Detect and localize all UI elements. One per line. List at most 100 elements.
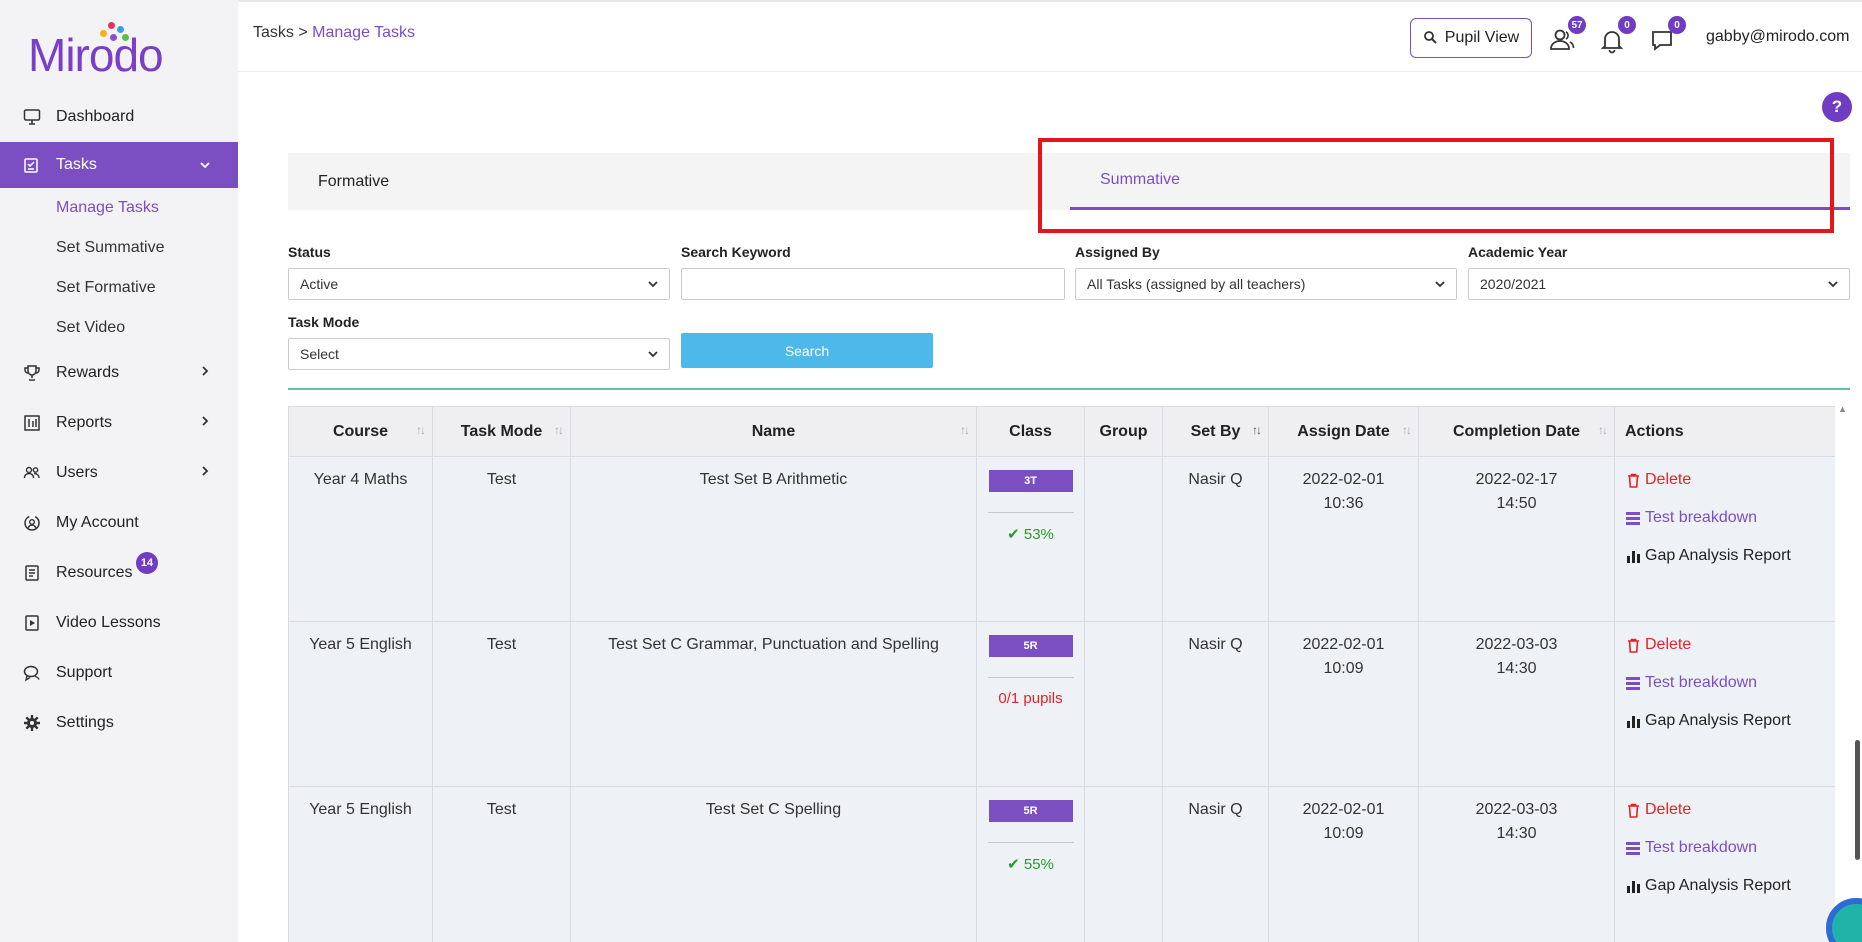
column-header-completion-date[interactable]: Completion Date ↑↓ bbox=[1418, 406, 1615, 457]
sidebar-item-tasks[interactable]: Tasks bbox=[0, 142, 238, 188]
cell-class: 3T ✔ 53% bbox=[976, 456, 1085, 622]
cell-set-by: Nasir Q bbox=[1162, 456, 1269, 622]
cell-name: Test Set C Spelling bbox=[570, 786, 977, 942]
sidebar-nav: Dashboard Tasks Manage Tasks Set Summati… bbox=[0, 92, 238, 748]
sidebar-item-label: Rewards bbox=[56, 364, 120, 381]
pupil-view-button[interactable]: Pupil View bbox=[1410, 18, 1532, 58]
table-row: Year 5 English Test Test Set C Spelling … bbox=[288, 786, 1835, 942]
sidebar-item-settings[interactable]: Settings bbox=[0, 698, 238, 748]
column-header-set-by[interactable]: Set By ↑↓ bbox=[1162, 406, 1269, 457]
cell-course: Year 5 English bbox=[288, 786, 433, 942]
column-header-task-mode[interactable]: Task Mode ↑↓ bbox=[432, 406, 571, 457]
chevron-down-icon bbox=[647, 348, 659, 363]
user-email[interactable]: gabby@mirodo.com bbox=[1706, 28, 1849, 46]
sidebar-item-video-lessons[interactable]: Video Lessons bbox=[0, 598, 238, 648]
video-icon bbox=[22, 613, 42, 633]
cell-course: Year 5 English bbox=[288, 621, 433, 787]
sidebar-item-my-account[interactable]: My Account bbox=[0, 498, 238, 548]
task-mode-select[interactable]: Select bbox=[288, 338, 670, 370]
cell-class: 5R 0/1 pupils bbox=[976, 621, 1085, 787]
cell-name: Test Set B Arithmetic bbox=[570, 456, 977, 622]
column-header-name[interactable]: Name ↑↓ bbox=[570, 406, 977, 457]
column-header-group: Group bbox=[1084, 406, 1163, 457]
sort-icon[interactable]: ↑↓ bbox=[1252, 423, 1262, 437]
cell-task-mode: Test bbox=[432, 786, 571, 942]
sidebar-item-rewards[interactable]: Rewards bbox=[0, 348, 238, 398]
cell-course: Year 4 Maths bbox=[288, 456, 433, 622]
reports-icon bbox=[22, 413, 42, 433]
notifications-button[interactable]: 0 bbox=[1598, 16, 1636, 54]
class-badge[interactable]: 3T bbox=[988, 470, 1073, 492]
column-header-course[interactable]: Course ↑↓ bbox=[288, 406, 433, 457]
users-header-button[interactable]: 57 bbox=[1548, 16, 1586, 54]
sidebar-item-users[interactable]: Users bbox=[0, 448, 238, 498]
completion-stat: 0/1 pupils bbox=[998, 690, 1063, 707]
cell-task-mode: Test bbox=[432, 456, 571, 622]
status-select[interactable]: Active bbox=[288, 268, 670, 300]
sort-icon[interactable]: ↑↓ bbox=[1598, 423, 1608, 437]
sort-icon[interactable]: ↑↓ bbox=[554, 423, 564, 437]
support-icon bbox=[22, 663, 42, 683]
sort-icon[interactable]: ↑↓ bbox=[416, 423, 426, 437]
list-icon bbox=[1625, 841, 1641, 855]
filter-divider bbox=[288, 388, 1850, 390]
sidebar-subitem-set-formative[interactable]: Set Formative bbox=[0, 268, 238, 308]
test-breakdown-action[interactable]: Test breakdown bbox=[1625, 839, 1835, 857]
messages-button[interactable]: 0 bbox=[1648, 16, 1686, 54]
cell-assign-date: 2022-02-01 10:09 bbox=[1268, 786, 1419, 942]
search-button[interactable]: Search bbox=[681, 333, 933, 368]
scroll-up-arrow-icon[interactable]: ▲ bbox=[1838, 404, 1848, 414]
top-header: Tasks > Manage Tasks Pupil View 57 0 0 g… bbox=[238, 2, 1862, 72]
delete-action[interactable]: Delete bbox=[1625, 471, 1835, 489]
academic-year-select[interactable]: 2020/2021 bbox=[1468, 268, 1850, 300]
sidebar-item-support[interactable]: Support bbox=[0, 648, 238, 698]
breadcrumb-root[interactable]: Tasks bbox=[253, 24, 294, 41]
tab-formative[interactable]: Formative bbox=[318, 153, 389, 210]
delete-action[interactable]: Delete bbox=[1625, 801, 1835, 819]
completion-stat: ✔ 55% bbox=[1007, 856, 1054, 873]
test-breakdown-action[interactable]: Test breakdown bbox=[1625, 509, 1835, 527]
sidebar-subitem-manage-tasks[interactable]: Manage Tasks bbox=[0, 188, 238, 228]
cell-name: Test Set C Grammar, Punctuation and Spel… bbox=[570, 621, 977, 787]
assigned-by-select[interactable]: All Tasks (assigned by all teachers) bbox=[1075, 268, 1457, 300]
test-breakdown-action[interactable]: Test breakdown bbox=[1625, 674, 1835, 692]
class-badge[interactable]: 5R bbox=[988, 800, 1073, 822]
tasks-table: Course ↑↓ Task Mode ↑↓ Name ↑↓ Class Group … bbox=[288, 406, 1835, 942]
sidebar-item-dashboard[interactable]: Dashboard bbox=[0, 92, 238, 142]
status-select-value: Active bbox=[300, 276, 339, 292]
tasks-table-container: Course ↑↓ Task Mode ↑↓ Name ↑↓ Class Group … bbox=[288, 406, 1835, 942]
brand-logo[interactable]: Mirodo bbox=[28, 20, 188, 81]
sidebar-subitem-set-video[interactable]: Set Video bbox=[0, 308, 238, 348]
gap-analysis-action[interactable]: Gap Analysis Report bbox=[1625, 547, 1835, 565]
assigned-by-label: Assigned By bbox=[1075, 244, 1160, 260]
cell-actions: Delete Test breakdown Gap Analysis Repor… bbox=[1614, 621, 1835, 787]
cell-group bbox=[1084, 456, 1163, 622]
class-badge[interactable]: 5R bbox=[988, 635, 1073, 657]
cell-completion-date: 2022-03-03 14:30 bbox=[1418, 621, 1615, 787]
chevron-down-icon bbox=[1827, 278, 1839, 293]
sort-icon[interactable]: ↑↓ bbox=[960, 423, 970, 437]
help-button[interactable]: ? bbox=[1822, 92, 1852, 122]
keyword-input[interactable] bbox=[681, 268, 1065, 300]
chevron-down-icon bbox=[198, 158, 214, 174]
delete-action[interactable]: Delete bbox=[1625, 636, 1835, 654]
sidebar-subitem-set-summative[interactable]: Set Summative bbox=[0, 228, 238, 268]
task-mode-select-value: Select bbox=[300, 346, 339, 362]
page-scrollbar-thumb[interactable] bbox=[1855, 740, 1860, 860]
gear-icon bbox=[22, 713, 42, 733]
sort-icon[interactable]: ↑↓ bbox=[1402, 423, 1412, 437]
cell-completion-date: 2022-02-17 14:50 bbox=[1418, 456, 1615, 622]
sidebar-item-reports[interactable]: Reports bbox=[0, 398, 238, 448]
academic-year-select-value: 2020/2021 bbox=[1480, 276, 1547, 292]
column-header-assign-date[interactable]: Assign Date ↑↓ bbox=[1268, 406, 1419, 457]
gap-analysis-action[interactable]: Gap Analysis Report bbox=[1625, 877, 1835, 895]
trophy-icon bbox=[22, 363, 42, 383]
monitor-icon bbox=[22, 107, 42, 127]
table-row: Year 4 Maths Test Test Set B Arithmetic … bbox=[288, 456, 1835, 622]
bar-chart-icon bbox=[1625, 549, 1641, 563]
chevron-right-icon bbox=[198, 364, 214, 380]
annotation-highlight-box bbox=[1038, 138, 1834, 233]
gap-analysis-action[interactable]: Gap Analysis Report bbox=[1625, 712, 1835, 730]
cell-completion-date: 2022-03-03 14:30 bbox=[1418, 786, 1615, 942]
sidebar-item-resources[interactable]: Resources 14 bbox=[0, 548, 238, 598]
